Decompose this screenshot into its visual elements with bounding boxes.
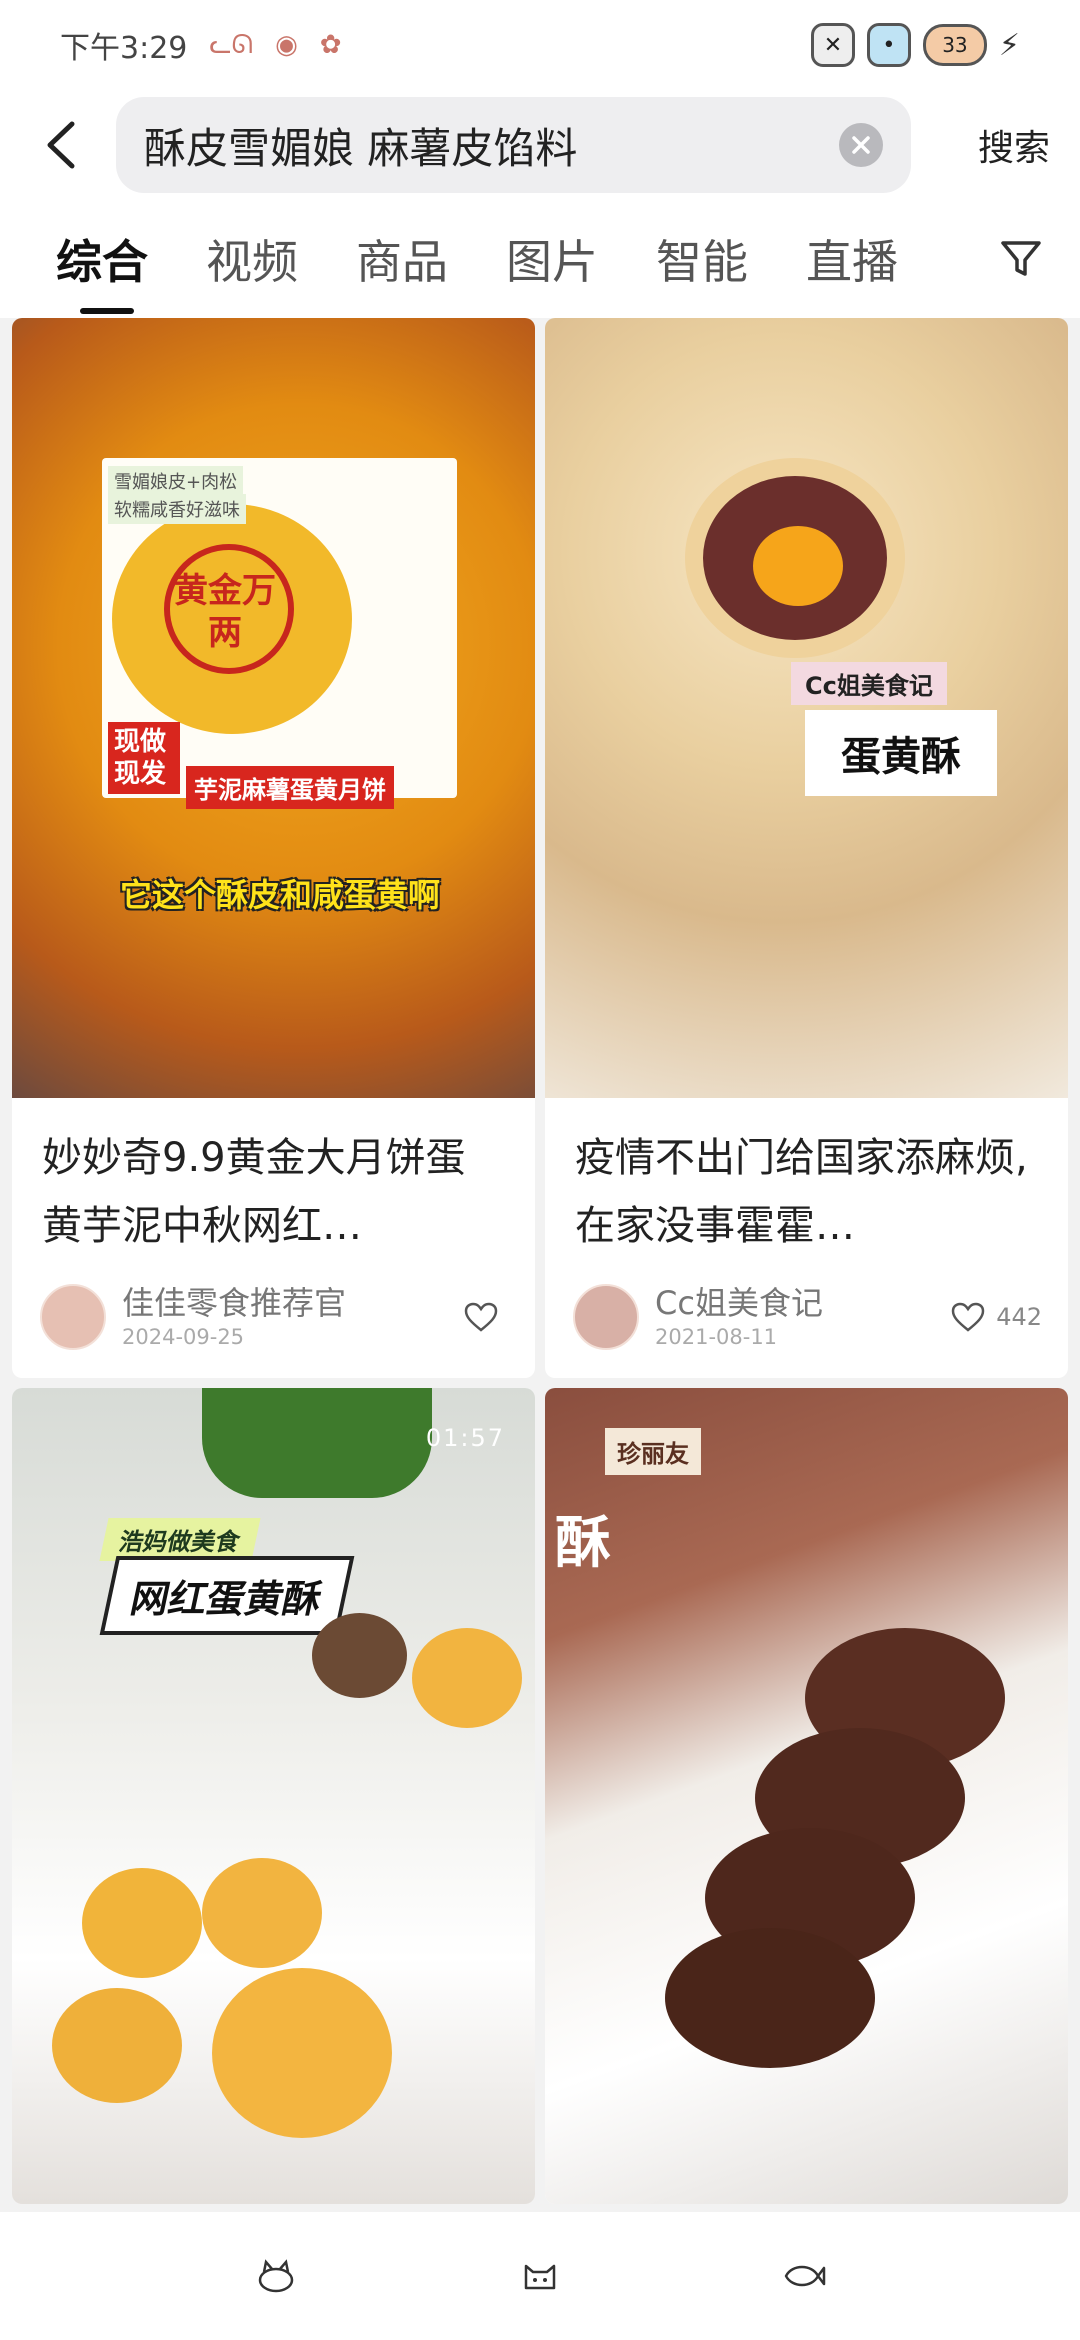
filter-icon — [1001, 241, 1041, 276]
paw-icon: ✿ — [319, 29, 342, 60]
search-input[interactable]: 酥皮雪媚娘 麻薯皮馅料 — [116, 97, 911, 193]
chocolate-cake — [665, 1928, 875, 2068]
product-name: 芋泥麻薯蛋黄月饼 — [186, 766, 394, 809]
brand-label: 珍丽友 — [605, 1428, 701, 1475]
egg-yolk-pastry-thumbnail[interactable]: Cc姐美食记 蛋黄酥 — [545, 318, 1068, 1098]
pastry — [412, 1628, 522, 1728]
author-name[interactable]: 佳佳零食推荐官 — [122, 1283, 346, 1323]
box-text: 酥 — [555, 1511, 611, 1576]
search-query[interactable]: 酥皮雪媚娘 麻薯皮馅料 — [144, 115, 839, 176]
tab-images[interactable]: 图片 — [506, 226, 598, 292]
card-title[interactable]: 疫情不出门给国家添麻烦,在家没事霍霍… — [575, 1124, 1038, 1260]
channel-tag: 浩妈做美食 — [99, 1518, 261, 1561]
author-block: 佳佳零食推荐官 2024-09-25 — [122, 1283, 346, 1351]
pinecone-decoration — [312, 1613, 407, 1698]
pastry-label: 蛋黄酥 — [805, 710, 997, 796]
card-body: 疫情不出门给国家添麻烦,在家没事霍霍… Cc姐美食记 2021-08-11 44… — [545, 1098, 1068, 1378]
avatar[interactable] — [573, 1284, 639, 1350]
card-meta: Cc姐美食记 2021-08-11 442 — [573, 1282, 1042, 1352]
author-name[interactable]: Cc姐美食记 — [655, 1283, 823, 1323]
back-button[interactable] — [12, 95, 112, 195]
cat-face-icon: ᓚᘏ — [209, 29, 254, 60]
stamp-text: 黄金万两 — [174, 571, 276, 653]
bottom-navigation — [0, 2212, 1080, 2340]
card-meta: 佳佳零食推荐官 2024-09-25 — [40, 1282, 509, 1352]
video-label: 网红蛋黄酥 — [99, 1556, 355, 1635]
battery-level: 33 — [942, 33, 968, 57]
result-card[interactable]: 01:57 浩妈做美食 网红蛋黄酥 — [12, 1388, 535, 2204]
status-time: 下午3:29 — [60, 31, 188, 66]
cat-face-icon[interactable] — [518, 2258, 562, 2294]
result-card[interactable]: 雪媚娘皮+肉松 软糯咸香好滋味 黄金万两 现做现发 芋泥麻薯蛋黄月饼 它这个酥皮… — [12, 318, 535, 1378]
plant-decoration — [202, 1388, 432, 1498]
chocolate-pastry-thumbnail[interactable]: 珍丽友 酥 — [545, 1388, 1068, 2204]
card-title[interactable]: 妙妙奇9.9黄金大月饼蛋黄芋泥中秋网红… — [42, 1124, 505, 1260]
author-block: Cc姐美食记 2021-08-11 — [655, 1283, 823, 1351]
tab-products[interactable]: 商品 — [356, 226, 448, 292]
result-card[interactable]: 珍丽友 酥 — [545, 1388, 1068, 2204]
tab-smart[interactable]: 智能 — [656, 226, 748, 292]
tab-videos[interactable]: 视频 — [206, 226, 298, 292]
close-icon — [852, 136, 870, 154]
result-tabs: 综合 视频 商品 图片 智能 直播 — [0, 200, 1080, 318]
badge-top: 雪媚娘皮+肉松 — [108, 466, 244, 496]
video-subtitle: 它这个酥皮和咸蛋黄啊 — [120, 876, 441, 914]
card-body: 妙妙奇9.9黄金大月饼蛋黄芋泥中秋网红… 佳佳零食推荐官 2024-09-25 — [12, 1098, 535, 1378]
charging-bolt-icon: ⚡ — [998, 27, 1020, 63]
like-button[interactable] — [463, 1301, 509, 1333]
mooncake-thumbnail[interactable]: 雪媚娘皮+肉松 软糯咸香好滋味 黄金万两 现做现发 芋泥麻薯蛋黄月饼 它这个酥皮… — [12, 318, 535, 1098]
cat-sticker-icon: • — [866, 23, 911, 67]
results-feed: 雪媚娘皮+肉松 软糯咸香好滋味 黄金万两 现做现发 芋泥麻薯蛋黄月饼 它这个酥皮… — [12, 318, 1068, 2204]
avatar[interactable] — [40, 1284, 106, 1350]
promo-left: 现做现发 — [108, 722, 180, 794]
cat-icon[interactable] — [254, 2258, 298, 2294]
tab-live[interactable]: 直播 — [806, 226, 898, 292]
fish-icon[interactable] — [782, 2258, 826, 2294]
status-notification-icons: ᓚᘏ ◉ ✿ — [209, 30, 341, 61]
fish-battery-icon: 33 — [922, 24, 987, 66]
egg-yolk-pastry-video-thumbnail[interactable]: 01:57 浩妈做美食 网红蛋黄酥 — [12, 1388, 535, 2204]
video-duration: 01:57 — [425, 1424, 505, 1452]
chevron-left-icon — [47, 121, 75, 169]
status-bar: 下午3:29 ᓚᘏ ◉ ✿ ✕ • 33 ⚡ — [0, 0, 1080, 90]
badge-sub: 软糯咸香好滋味 — [108, 494, 246, 524]
pastry — [82, 1868, 202, 1978]
filter-button[interactable] — [998, 236, 1044, 282]
post-date: 2021-08-11 — [655, 1325, 778, 1349]
like-button[interactable]: 442 — [950, 1301, 1042, 1333]
pastry — [52, 1988, 182, 2103]
search-header: 酥皮雪媚娘 麻薯皮馅料 搜索 — [0, 90, 1080, 200]
cat-sticker-icon: ✕ — [810, 23, 855, 67]
status-system-icons: ✕ • 33 ⚡ — [810, 23, 1020, 67]
pastry-cross-section — [685, 458, 905, 658]
tab-comprehensive[interactable]: 综合 — [56, 226, 148, 314]
heart-icon — [951, 1302, 985, 1332]
pastry — [212, 1968, 392, 2138]
search-button[interactable]: 搜索 — [978, 119, 1050, 171]
heart-icon — [464, 1302, 498, 1332]
bird-icon: ◉ — [275, 29, 298, 60]
result-card[interactable]: Cc姐美食记 蛋黄酥 疫情不出门给国家添麻烦,在家没事霍霍… Cc姐美食记 20… — [545, 318, 1068, 1378]
pastry — [202, 1858, 322, 1968]
channel-tag: Cc姐美食记 — [791, 662, 947, 705]
like-count: 442 — [996, 1303, 1042, 1331]
clear-search-button[interactable] — [839, 123, 883, 167]
post-date: 2024-09-25 — [122, 1325, 245, 1349]
